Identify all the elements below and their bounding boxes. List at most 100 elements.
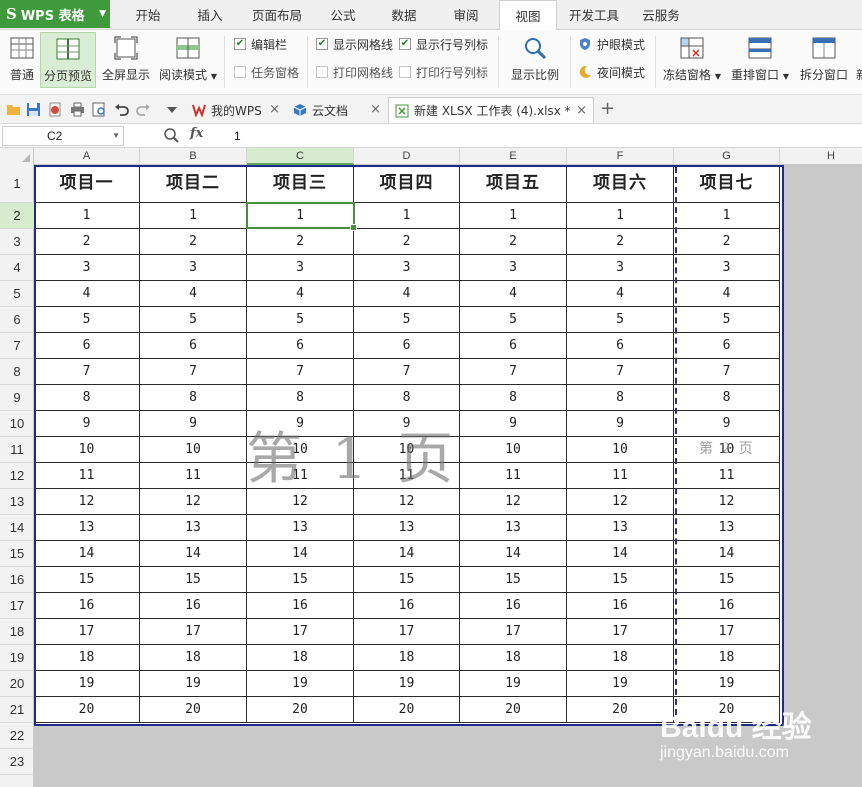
eye-protection-button[interactable]: 护眼模式 [578, 34, 645, 54]
data-cell[interactable]: 5 [140, 307, 247, 333]
row-header-21[interactable]: 21 [0, 697, 34, 723]
export-pdf-icon[interactable] [48, 102, 63, 117]
data-cell[interactable]: 3 [247, 255, 354, 281]
data-cell[interactable]: 9 [354, 411, 460, 437]
data-cell[interactable]: 1 [354, 203, 460, 229]
data-cell[interactable]: 3 [460, 255, 567, 281]
split-window-button[interactable]: 拆分窗口 [796, 32, 852, 88]
data-cell[interactable]: 10 [460, 437, 567, 463]
new-tab-button[interactable]: + [600, 98, 615, 119]
data-cell[interactable]: 2 [674, 229, 780, 255]
data-cell[interactable]: 18 [34, 645, 140, 671]
tab-my-wps[interactable]: 我的WPS × [186, 97, 286, 123]
data-cell[interactable]: 19 [460, 671, 567, 697]
close-icon[interactable]: × [370, 102, 381, 117]
data-cell[interactable]: 14 [247, 541, 354, 567]
data-cell[interactable]: 5 [460, 307, 567, 333]
data-cell[interactable]: 19 [354, 671, 460, 697]
column-header-a[interactable]: A [34, 148, 140, 165]
data-cell[interactable]: 12 [34, 489, 140, 515]
data-cell[interactable]: 10 [354, 437, 460, 463]
normal-view-button[interactable]: 普通 [4, 32, 40, 88]
data-cell[interactable]: 14 [34, 541, 140, 567]
row-header-9[interactable]: 9 [0, 385, 34, 411]
data-cell[interactable]: 16 [567, 593, 674, 619]
column-header-d[interactable]: D [354, 148, 460, 165]
data-cell[interactable]: 17 [674, 619, 780, 645]
tab-formulas[interactable]: 公式 [323, 0, 363, 30]
print-gridlines-toggle[interactable]: 打印网格线 [316, 62, 393, 82]
data-cell[interactable]: 5 [354, 307, 460, 333]
data-cell[interactable]: 13 [247, 515, 354, 541]
column-header-g[interactable]: G [674, 148, 780, 165]
data-cell[interactable]: 16 [460, 593, 567, 619]
data-cell[interactable]: 10 [674, 437, 780, 463]
data-cell[interactable]: 17 [567, 619, 674, 645]
data-cell[interactable]: 18 [140, 645, 247, 671]
data-cell[interactable]: 3 [140, 255, 247, 281]
data-cell[interactable]: 6 [674, 333, 780, 359]
data-cell[interactable]: 6 [247, 333, 354, 359]
data-cell[interactable]: 3 [354, 255, 460, 281]
data-cell[interactable]: 8 [140, 385, 247, 411]
header-cell[interactable]: 项目四 [354, 165, 460, 203]
print-preview-icon[interactable] [92, 102, 107, 117]
data-cell[interactable]: 5 [567, 307, 674, 333]
row-header-11[interactable]: 11 [0, 437, 34, 463]
data-cell[interactable]: 8 [34, 385, 140, 411]
data-cell[interactable]: 3 [674, 255, 780, 281]
column-header-f[interactable]: F [567, 148, 674, 165]
data-cell[interactable]: 15 [567, 567, 674, 593]
data-cell[interactable]: 14 [140, 541, 247, 567]
data-cell[interactable]: 17 [460, 619, 567, 645]
data-cell[interactable]: 2 [34, 229, 140, 255]
data-cell[interactable]: 7 [460, 359, 567, 385]
show-gridlines-toggle[interactable]: ✔ 显示网格线 [316, 34, 393, 54]
data-cell[interactable]: 3 [34, 255, 140, 281]
redo-icon[interactable] [136, 102, 151, 117]
data-cell[interactable]: 18 [460, 645, 567, 671]
data-cell[interactable]: 8 [354, 385, 460, 411]
data-cell[interactable]: 4 [460, 281, 567, 307]
data-cell[interactable]: 16 [140, 593, 247, 619]
data-cell[interactable]: 8 [460, 385, 567, 411]
tab-developer[interactable]: 开发工具 [563, 0, 625, 30]
header-cell[interactable]: 项目五 [460, 165, 567, 203]
data-cell[interactable]: 12 [140, 489, 247, 515]
show-row-col-headers-toggle[interactable]: ✔ 显示行号列标 [399, 34, 488, 54]
data-cell[interactable]: 13 [674, 515, 780, 541]
data-cell[interactable]: 6 [567, 333, 674, 359]
data-cell[interactable]: 16 [247, 593, 354, 619]
data-cell[interactable]: 5 [674, 307, 780, 333]
select-all-corner[interactable] [0, 148, 34, 165]
data-cell[interactable]: 15 [140, 567, 247, 593]
data-cell[interactable]: 11 [140, 463, 247, 489]
data-cell[interactable]: 20 [460, 697, 567, 723]
tab-cloud-service[interactable]: 云服务 [637, 0, 685, 30]
data-cell[interactable]: 20 [674, 697, 780, 723]
row-header-22[interactable]: 22 [0, 723, 34, 749]
data-cell[interactable]: 9 [674, 411, 780, 437]
task-pane-toggle[interactable]: 任务窗格 [234, 62, 299, 82]
function-icon[interactable]: fx [190, 126, 203, 141]
undo-icon[interactable] [114, 102, 129, 117]
tab-view[interactable]: 视图 [499, 0, 557, 31]
row-header-3[interactable]: 3 [0, 229, 34, 255]
data-cell[interactable]: 17 [140, 619, 247, 645]
data-cell[interactable]: 4 [140, 281, 247, 307]
data-cell[interactable]: 13 [354, 515, 460, 541]
data-cell[interactable]: 13 [140, 515, 247, 541]
save-icon[interactable] [26, 102, 41, 117]
data-cell[interactable]: 4 [674, 281, 780, 307]
data-cell[interactable]: 9 [34, 411, 140, 437]
chevron-down-icon[interactable] [166, 105, 178, 115]
data-cell[interactable]: 12 [354, 489, 460, 515]
data-cell[interactable]: 17 [354, 619, 460, 645]
data-cell[interactable]: 17 [34, 619, 140, 645]
data-cell[interactable]: 19 [567, 671, 674, 697]
data-cell[interactable]: 3 [567, 255, 674, 281]
row-header-1[interactable]: 1 [0, 165, 34, 203]
data-cell[interactable]: 1 [460, 203, 567, 229]
app-menu-button[interactable]: S WPS 表格 ▼ [0, 0, 110, 28]
data-cell[interactable]: 7 [567, 359, 674, 385]
